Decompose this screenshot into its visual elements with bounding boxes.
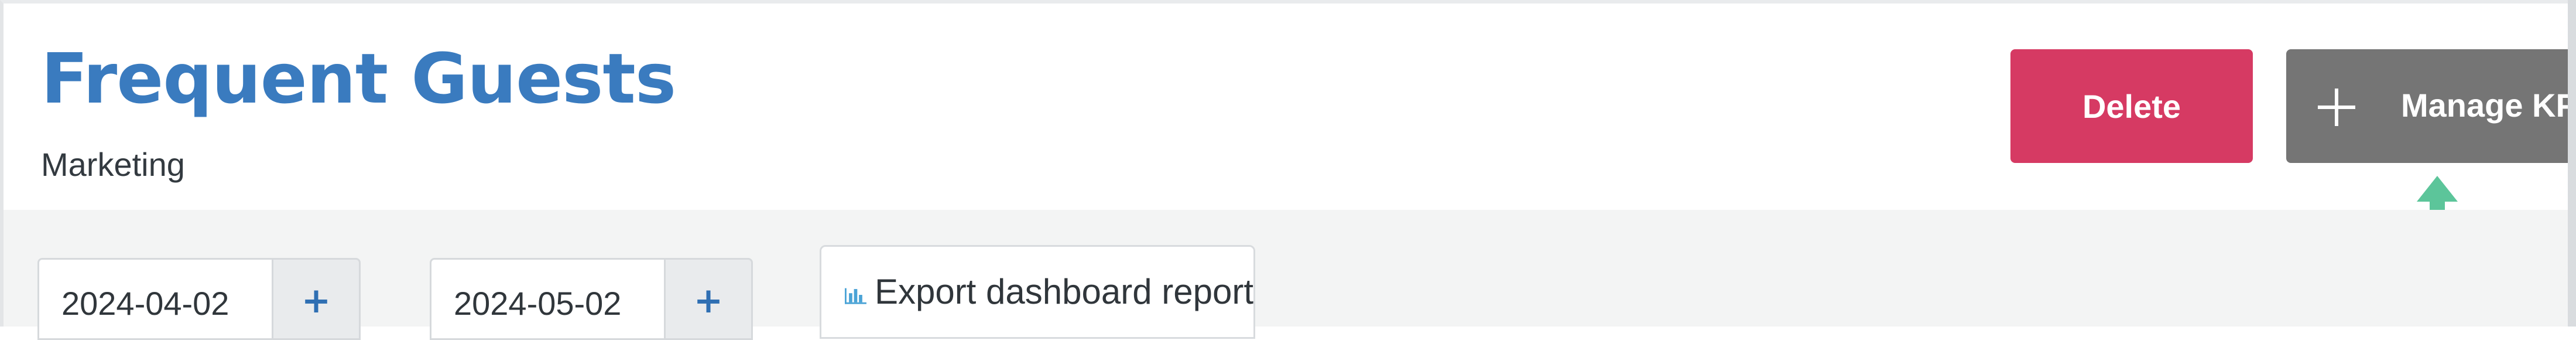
delete-button[interactable]: Delete: [2010, 49, 2253, 163]
start-date-add-button[interactable]: +: [272, 258, 361, 340]
bar-chart-icon: [845, 288, 866, 304]
plus-icon: [2318, 89, 2355, 126]
start-date-input[interactable]: 2024-04-02: [37, 258, 272, 340]
end-date-add-button[interactable]: +: [664, 258, 753, 340]
export-dashboard-button[interactable]: Export dashboard report: [820, 245, 1255, 339]
window-scrollbar[interactable]: [2568, 0, 2576, 327]
delete-button-label: Delete: [2082, 87, 2181, 125]
page-title: Frequent Guests: [41, 38, 676, 119]
manage-kpis-label: Manage KPIs: [2401, 87, 2576, 124]
start-date-group: 2024-04-02 +: [37, 258, 361, 340]
export-dashboard-label: Export dashboard report: [874, 272, 1253, 311]
end-date-input[interactable]: 2024-05-02: [430, 258, 664, 340]
manage-kpis-button[interactable]: Manage KPIs: [2286, 49, 2576, 163]
end-date-group: 2024-05-02 +: [430, 258, 753, 340]
filter-toolbar: [4, 210, 2568, 327]
page-subtitle: Marketing: [41, 146, 185, 183]
